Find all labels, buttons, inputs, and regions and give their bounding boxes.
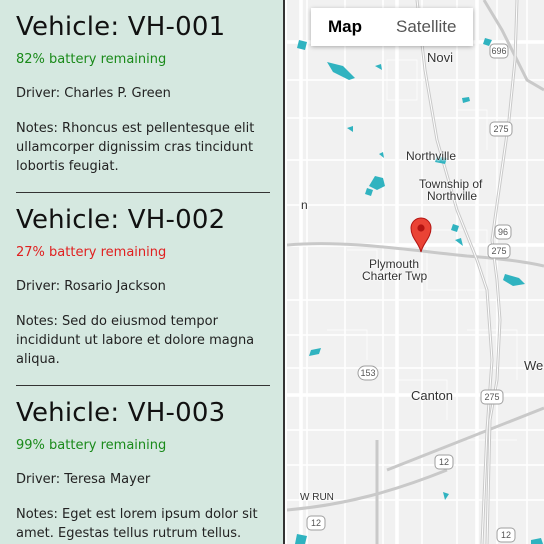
- place-label-novi: Novi: [427, 50, 454, 65]
- highway-shield: 12: [310, 518, 321, 528]
- highway-shield: 12: [500, 530, 511, 540]
- highway-shield: 696: [491, 46, 507, 56]
- vehicle-title: Vehicle: VH-003: [16, 398, 226, 428]
- vehicle-list-panel: Vehicle: VH-001 82% battery remaining Dr…: [0, 0, 285, 544]
- vehicle-title: Vehicle: VH-001: [16, 12, 226, 42]
- battery-status: 82% battery remaining: [16, 52, 167, 67]
- place-label-plymouth-line2: Charter Twp: [362, 269, 428, 283]
- road-label-partial: W RUN: [300, 492, 334, 503]
- vehicle-notes: Notes: Rhoncus est pellentesque elit ull…: [16, 121, 255, 174]
- map-view[interactable]: 696 275 96 275 153 275 12 12 12 Novi Nor…: [287, 0, 544, 544]
- map-type-satellite-button[interactable]: Satellite: [379, 8, 474, 46]
- highway-shield: 12: [438, 457, 449, 467]
- vehicle-title: Vehicle: VH-002: [16, 205, 226, 235]
- vehicle-card[interactable]: Vehicle: VH-001 82% battery remaining Dr…: [0, 0, 283, 176]
- map-type-control: Map Satellite: [311, 8, 474, 46]
- driver-name: Driver: Teresa Mayer: [16, 472, 151, 487]
- place-label-partial-left: n: [301, 198, 308, 212]
- map-type-map-button[interactable]: Map: [311, 8, 379, 46]
- highway-shield: 153: [360, 368, 376, 378]
- highway-shield: 96: [497, 227, 508, 237]
- location-marker-icon[interactable]: [408, 215, 434, 253]
- vehicle-notes: Notes: Eget est lorem ipsum dolor sit am…: [16, 507, 258, 541]
- vehicle-card[interactable]: Vehicle: VH-003 99% battery remaining Dr…: [0, 386, 283, 543]
- vehicle-card[interactable]: Vehicle: VH-002 27% battery remaining Dr…: [0, 193, 283, 369]
- highway-shield: 275: [484, 392, 500, 402]
- place-label-northville: Northville: [406, 149, 457, 163]
- battery-status: 99% battery remaining: [16, 438, 167, 453]
- battery-status: 27% battery remaining: [16, 245, 167, 260]
- driver-name: Driver: Charles P. Green: [16, 86, 171, 101]
- place-label-canton: Canton: [411, 388, 453, 403]
- highway-shield: 275: [491, 246, 507, 256]
- highway-shield: 275: [493, 124, 509, 134]
- vehicle-notes: Notes: Sed do eiusmod tempor incididunt …: [16, 314, 255, 367]
- place-label-township-line2: Northville: [427, 189, 478, 203]
- place-label-partial-west: We: [524, 358, 544, 373]
- driver-name: Driver: Rosario Jackson: [16, 279, 166, 294]
